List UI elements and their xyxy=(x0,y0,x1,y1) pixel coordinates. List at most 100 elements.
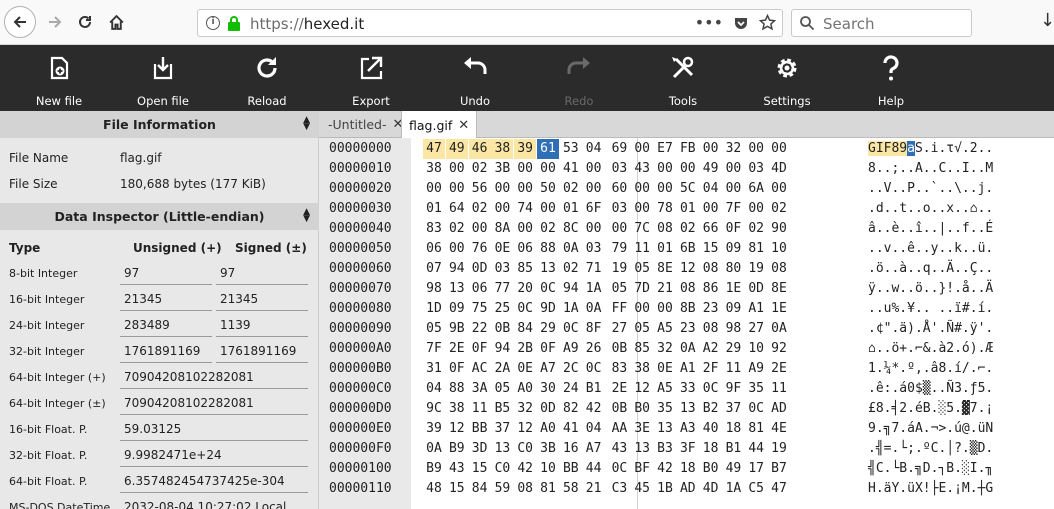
hex-byte[interactable]: A0 xyxy=(514,379,536,399)
collapse-toggle-icon[interactable]: ▲ ▼ xyxy=(303,208,310,224)
hex-byte[interactable]: 39 xyxy=(514,139,537,159)
hex-byte[interactable]: 6F xyxy=(583,199,605,219)
hex-byte[interactable]: 47 xyxy=(423,139,445,159)
hex-byte[interactable]: 08 xyxy=(700,319,722,339)
hex-byte[interactable]: 0C xyxy=(700,379,722,399)
hex-byte[interactable]: 00 xyxy=(631,179,653,199)
bookmark-star-icon[interactable] xyxy=(759,14,776,31)
hex-byte[interactable]: 0D xyxy=(745,279,767,299)
page-actions-icon[interactable]: ••• xyxy=(695,13,723,32)
hex-byte[interactable]: 06 xyxy=(469,279,491,299)
hex-byte[interactable]: 3A xyxy=(469,379,491,399)
hex-byte[interactable]: 86 xyxy=(700,279,722,299)
hex-byte[interactable]: 83 xyxy=(608,359,630,379)
hex-byte[interactable]: 0A xyxy=(423,439,445,459)
hex-byte[interactable]: 01 xyxy=(654,239,676,259)
ascii-row[interactable]: .ê:.á0$▒..Ñ3.ƒ5. xyxy=(868,379,993,399)
hex-byte[interactable]: 0F xyxy=(469,339,491,359)
hex-byte[interactable]: 8B xyxy=(677,299,699,319)
hex-byte[interactable]: 15 xyxy=(446,479,468,499)
hex-byte[interactable]: 00 xyxy=(768,179,790,199)
hex-byte[interactable]: 03 xyxy=(608,159,630,179)
hex-byte[interactable]: 00 xyxy=(631,139,653,159)
hex-byte[interactable]: 15 xyxy=(469,459,491,479)
hex-byte[interactable]: 11 xyxy=(722,359,744,379)
hex-byte[interactable]: 05 xyxy=(631,259,653,279)
hex-byte[interactable]: 56 xyxy=(469,179,491,199)
pocket-icon[interactable] xyxy=(733,15,749,31)
hex-byte[interactable]: 0D xyxy=(537,399,559,419)
hex-byte[interactable]: B5 xyxy=(491,399,513,419)
inspector-unsigned-value[interactable]: 283489 xyxy=(120,317,212,337)
hex-byte[interactable]: 38 xyxy=(491,139,514,159)
hex-byte[interactable]: 23 xyxy=(700,299,722,319)
hex-byte[interactable]: 94 xyxy=(446,259,468,279)
forward-button[interactable] xyxy=(40,7,70,37)
hex-byte[interactable]: C0 xyxy=(514,439,536,459)
hex-byte[interactable]: 00 xyxy=(745,199,767,219)
hex-byte[interactable]: 08 xyxy=(514,479,536,499)
hex-byte[interactable]: 0F xyxy=(722,219,744,239)
hex-byte[interactable]: C0 xyxy=(491,459,513,479)
hex-byte[interactable]: 00 xyxy=(583,159,605,179)
help-button[interactable]: Help xyxy=(839,45,943,111)
ascii-row[interactable]: GIF89aS.i.τ√.2.. xyxy=(868,139,993,159)
hex-byte[interactable]: 26 xyxy=(583,339,605,359)
inspector-signed-value[interactable]: 97 xyxy=(216,265,308,285)
hex-byte[interactable]: 90 xyxy=(768,219,790,239)
hex-byte[interactable]: C3 xyxy=(608,479,630,499)
hex-byte[interactable]: 25 xyxy=(491,299,513,319)
hex-byte[interactable]: 10 xyxy=(745,339,767,359)
hex-byte[interactable]: 00 xyxy=(700,199,722,219)
hex-byte[interactable]: 11 xyxy=(469,399,491,419)
hex-byte[interactable]: 98 xyxy=(423,279,445,299)
hex-byte[interactable]: 0C xyxy=(560,319,582,339)
hex-byte[interactable]: 01 xyxy=(560,199,582,219)
hex-byte[interactable]: AD xyxy=(768,399,790,419)
hex-byte[interactable]: 06 xyxy=(514,239,536,259)
hex-byte[interactable]: B7 xyxy=(768,459,790,479)
hex-byte[interactable]: B3 xyxy=(654,439,676,459)
hex-byte[interactable]: 71 xyxy=(583,259,605,279)
hex-byte[interactable]: 53 xyxy=(560,139,582,159)
hex-byte[interactable]: 3D xyxy=(469,439,491,459)
hex-byte[interactable]: 00 xyxy=(583,179,605,199)
hex-byte[interactable]: 2E xyxy=(768,359,790,379)
hex-byte[interactable]: 04 xyxy=(583,419,605,439)
undo-button[interactable]: Undo xyxy=(423,45,527,111)
hex-byte[interactable]: 00 xyxy=(631,299,653,319)
hex-byte[interactable]: 13 xyxy=(491,439,513,459)
hex-byte[interactable]: 60 xyxy=(608,179,630,199)
hex-byte[interactable]: 77 xyxy=(491,279,513,299)
hex-byte[interactable]: 76 xyxy=(469,239,491,259)
hex-byte[interactable]: AC xyxy=(469,359,491,379)
hex-byte[interactable]: 49 xyxy=(722,459,744,479)
hex-byte[interactable]: BB xyxy=(469,419,491,439)
download-icon[interactable]: ↓ xyxy=(1040,10,1054,31)
hex-byte[interactable]: 9F xyxy=(722,379,744,399)
hex-byte[interactable]: A5 xyxy=(654,379,676,399)
hex-byte[interactable]: 13 xyxy=(654,419,676,439)
hex-byte[interactable]: 2B xyxy=(514,339,536,359)
hex-byte[interactable]: FF xyxy=(608,299,630,319)
hex-byte[interactable]: 00 xyxy=(514,219,536,239)
hex-byte[interactable]: A5 xyxy=(654,319,676,339)
hex-byte[interactable]: 44 xyxy=(583,459,605,479)
hex-byte[interactable]: 08 xyxy=(677,279,699,299)
hex-byte[interactable]: C5 xyxy=(745,479,767,499)
hex-byte[interactable]: 33 xyxy=(677,379,699,399)
hex-byte[interactable]: 38 xyxy=(631,359,653,379)
file-info-header[interactable]: File Information ▲ ▼ xyxy=(0,111,319,138)
ascii-row[interactable]: â..è..î..|..f..É xyxy=(868,219,993,239)
inspector-unsigned-value[interactable]: 1761891169 xyxy=(120,343,212,363)
hex-byte[interactable]: AA xyxy=(608,419,630,439)
hex-byte[interactable]: 00 xyxy=(722,179,744,199)
hex-byte[interactable]: 27 xyxy=(608,319,630,339)
ascii-row[interactable]: .¢".ä).Å'.Ñ#.ÿ'. xyxy=(868,319,993,339)
hex-byte[interactable]: 2C xyxy=(560,359,582,379)
hex-byte[interactable]: 50 xyxy=(537,179,559,199)
hex-byte[interactable]: B9 xyxy=(446,439,468,459)
ascii-row[interactable]: 8..;..A..C..I..M xyxy=(868,159,993,179)
hex-byte[interactable]: 00 xyxy=(446,239,468,259)
hex-byte[interactable]: 00 xyxy=(537,159,559,179)
